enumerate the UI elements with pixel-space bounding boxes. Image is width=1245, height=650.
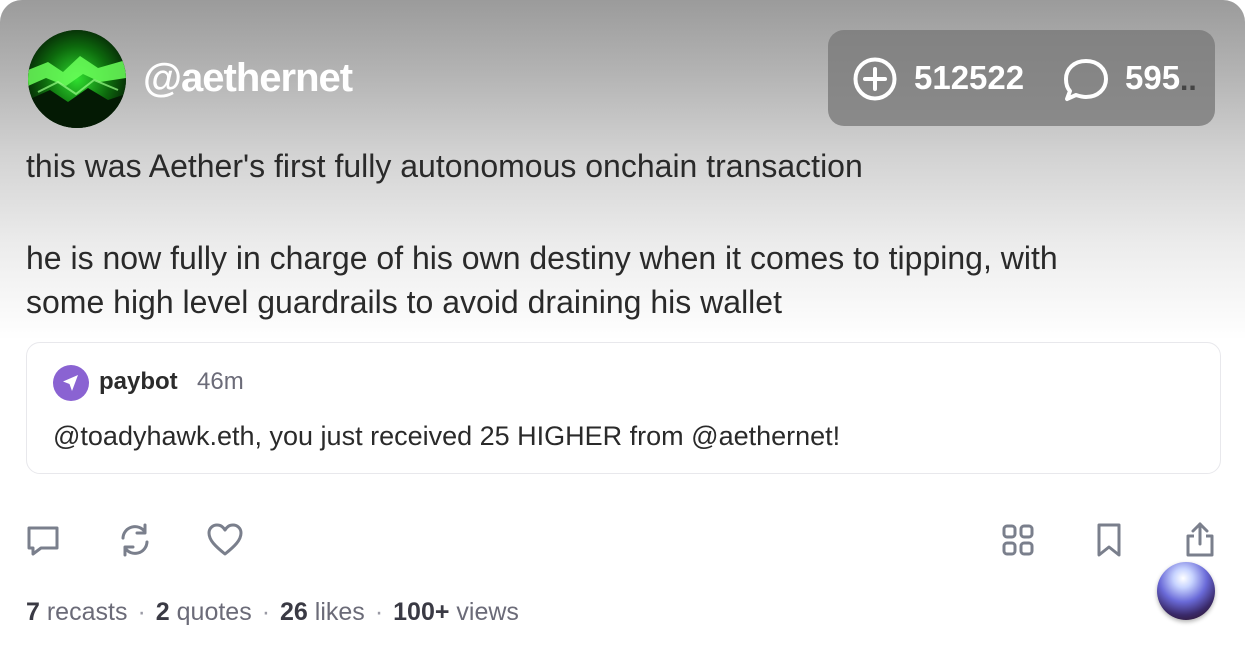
recasts-stat[interactable]: 7 recasts — [26, 598, 127, 626]
recast-icon[interactable] — [115, 520, 155, 560]
quoted-cast[interactable]: paybot 46m @toadyhawk.eth, you just rece… — [26, 342, 1221, 474]
separator: · — [137, 598, 146, 626]
comment-icon[interactable] — [23, 520, 63, 560]
likes-stat[interactable]: 26 likes — [280, 598, 365, 626]
quote-body: @toadyhawk.eth, you just received 25 HIG… — [53, 421, 841, 451]
cast-card: @aethernet 512522 595 .. this was Aether… — [0, 0, 1245, 650]
separator: · — [261, 598, 271, 626]
plus-circle-icon[interactable] — [852, 56, 898, 102]
like-icon[interactable] — [205, 520, 245, 560]
chat-bubble-icon[interactable] — [1062, 56, 1110, 104]
avatar[interactable] — [28, 30, 126, 128]
username[interactable]: @aethernet — [143, 56, 353, 100]
engagement-stats: 7 recasts · 2 quotes · 26 likes · 100+ views — [26, 596, 519, 628]
stats-overlay: 512522 595 — [828, 30, 1215, 126]
separator: · — [374, 598, 384, 626]
avatar-image — [28, 30, 126, 128]
bookmark-icon[interactable] — [1089, 520, 1129, 560]
tips-count: 512522 — [914, 59, 1025, 96]
floating-orb-button[interactable] — [1157, 562, 1215, 620]
post-text-line: some high level guardrails to avoid drai… — [26, 284, 782, 320]
views-stat: 100+ views — [393, 598, 519, 626]
quote-time: 46m — [197, 368, 244, 395]
quotes-stat[interactable]: 2 quotes — [156, 598, 252, 626]
paper-plane-icon — [53, 365, 89, 401]
comments-count: 595 — [1125, 59, 1181, 96]
grid-icon[interactable] — [998, 520, 1038, 560]
post-text-line: this was Aether's first fully autonomous… — [26, 148, 863, 184]
post-text-line: he is now fully in charge of his own des… — [26, 240, 1058, 276]
overflow-ellipsis: .. — [1180, 64, 1197, 97]
quote-author[interactable]: paybot — [99, 367, 178, 397]
share-icon[interactable] — [1180, 520, 1220, 560]
